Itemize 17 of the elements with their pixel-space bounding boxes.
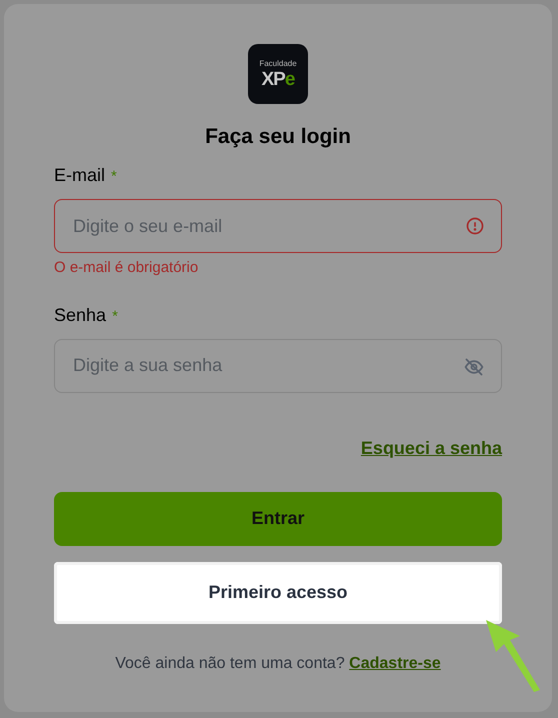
- login-button[interactable]: Entrar: [54, 492, 502, 546]
- page-title: Faça seu login: [205, 124, 351, 150]
- error-icon: [466, 217, 484, 236]
- required-mark: *: [112, 306, 118, 327]
- signup-link[interactable]: Cadastre-se: [349, 654, 441, 672]
- field-label: E-mail: [54, 164, 106, 188]
- password-field[interactable]: Digite a sua senha: [54, 338, 502, 393]
- first-access-button[interactable]: Primeiro acesso: [54, 562, 502, 624]
- logo-mark: XPe: [261, 70, 295, 88]
- forgot-password-link[interactable]: Esqueci a senha: [360, 434, 502, 462]
- required-mark: *: [111, 167, 117, 188]
- signup-prompt: Você ainda não tem uma conta? Cadastre-se: [115, 654, 441, 674]
- logo-caption: Faculdade: [259, 60, 297, 68]
- email-field[interactable]: Digite o seu e-mail: [54, 199, 502, 254]
- error-message: O e-mail é obrigatório: [54, 258, 200, 278]
- field-label: Senha: [54, 304, 106, 327]
- eye-off-icon[interactable]: [464, 356, 484, 377]
